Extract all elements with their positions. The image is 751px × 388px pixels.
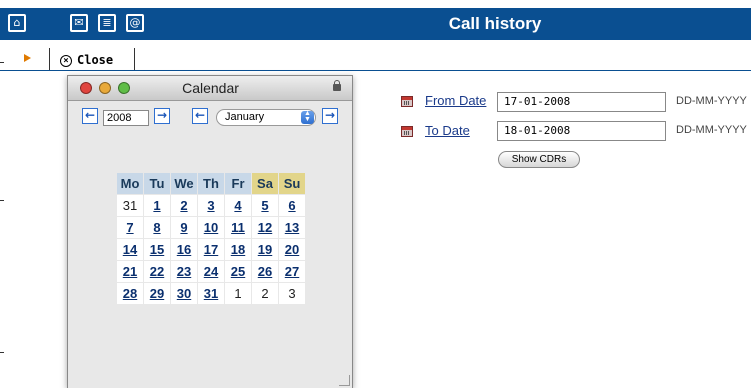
weekend-header: Sa	[252, 173, 278, 194]
top-bar: ⌂ ✉ ≣ @ Call history	[0, 8, 751, 40]
year-field[interactable]: 2008	[103, 110, 149, 126]
month-select[interactable]: January ▲ ▼	[216, 109, 316, 126]
calendar-titlebar[interactable]: Calendar	[68, 76, 352, 101]
at-sign-icon[interactable]: @	[126, 14, 144, 32]
calendar-icon[interactable]	[401, 96, 413, 107]
calendar-window: Calendar ← 2008 → ← January ▲ ▼ → Mo Tu W…	[67, 75, 353, 388]
edge-tick	[0, 352, 4, 353]
day-cell[interactable]: 22	[144, 261, 170, 282]
toolbar: × Close	[0, 40, 751, 71]
day-cell[interactable]: 12	[252, 217, 278, 238]
close-label: Close	[77, 53, 114, 67]
day-cell[interactable]: 15	[144, 239, 170, 260]
lock-icon	[333, 80, 341, 91]
weekend-header: Su	[279, 173, 305, 194]
calendar-week-row: 14 15 16 17 18 19 20	[117, 239, 305, 260]
day-cell[interactable]: 19	[252, 239, 278, 260]
show-cdrs-button[interactable]: Show CDRs	[498, 151, 580, 168]
day-cell[interactable]: 23	[171, 261, 197, 282]
weekday-header: Fr	[225, 173, 251, 194]
day-cell[interactable]: 31	[198, 283, 224, 304]
day-cell[interactable]: 16	[171, 239, 197, 260]
calendar-week-row: 28 29 30 31 1 2 3	[117, 283, 305, 304]
prev-month-button[interactable]: ←	[192, 108, 208, 124]
weekday-header: We	[171, 173, 197, 194]
calendar-week-row: 31 1 2 3 4 5 6	[117, 195, 305, 216]
day-cell[interactable]: 1	[144, 195, 170, 216]
close-button[interactable]: × Close	[60, 52, 113, 68]
day-cell[interactable]: 17	[198, 239, 224, 260]
day-cell[interactable]: 5	[252, 195, 278, 216]
list-icon[interactable]: ≣	[98, 14, 116, 32]
close-icon: ×	[60, 54, 72, 67]
day-cell[interactable]: 9	[171, 217, 197, 238]
calendar-icon[interactable]	[401, 126, 413, 137]
calendar-week-row: 21 22 23 24 25 26 27	[117, 261, 305, 282]
day-cell[interactable]: 27	[279, 261, 305, 282]
day-cell[interactable]: 29	[144, 283, 170, 304]
weekday-header: Th	[198, 173, 224, 194]
weekday-header: Mo	[117, 173, 143, 194]
mail-icon[interactable]: ✉	[70, 14, 88, 32]
day-cell[interactable]: 14	[117, 239, 143, 260]
day-cell[interactable]: 28	[117, 283, 143, 304]
prev-year-button[interactable]: ←	[82, 108, 98, 124]
minimize-window-icon[interactable]	[99, 82, 111, 94]
next-month-button[interactable]: →	[322, 108, 338, 124]
calendar-week-row: 7 8 9 10 11 12 13	[117, 217, 305, 238]
edge-tick	[0, 62, 4, 63]
close-window-icon[interactable]	[80, 82, 92, 94]
day-cell[interactable]: 11	[225, 217, 251, 238]
day-cell[interactable]: 24	[198, 261, 224, 282]
play-arrow-icon[interactable]	[24, 54, 31, 62]
day-cell: 2	[252, 283, 278, 304]
from-date-format-hint: DD-MM-YYYY	[676, 95, 747, 107]
to-date-link[interactable]: To Date	[425, 123, 470, 138]
day-cell: 31	[117, 195, 143, 216]
day-cell[interactable]: 21	[117, 261, 143, 282]
day-cell[interactable]: 18	[225, 239, 251, 260]
from-date-input[interactable]: 17-01-2008	[497, 92, 666, 112]
resize-grip-icon[interactable]	[339, 375, 350, 386]
day-cell[interactable]: 8	[144, 217, 170, 238]
to-date-input[interactable]: 18-01-2008	[497, 121, 666, 141]
home-icon[interactable]: ⌂	[8, 14, 26, 32]
edge-tick	[0, 200, 4, 201]
select-stepper-icon: ▲ ▼	[301, 110, 314, 124]
weekday-header: Tu	[144, 173, 170, 194]
day-cell[interactable]: 30	[171, 283, 197, 304]
day-cell[interactable]: 2	[171, 195, 197, 216]
day-cell: 1	[225, 283, 251, 304]
to-date-format-hint: DD-MM-YYYY	[676, 124, 747, 136]
day-cell[interactable]: 6	[279, 195, 305, 216]
day-cell[interactable]: 13	[279, 217, 305, 238]
day-cell[interactable]: 26	[252, 261, 278, 282]
day-cell: 3	[279, 283, 305, 304]
toolbar-separator	[49, 48, 50, 70]
page-title: Call history	[448, 14, 542, 33]
from-date-link[interactable]: From Date	[425, 93, 486, 108]
day-cell[interactable]: 10	[198, 217, 224, 238]
calendar-title: Calendar	[182, 80, 239, 96]
day-cell[interactable]: 7	[117, 217, 143, 238]
month-value: January	[225, 111, 265, 123]
calendar-grid: Mo Tu We Th Fr Sa Su 31 1 2 3 4 5 6 7 8 …	[116, 172, 306, 305]
weekday-header-row: Mo Tu We Th Fr Sa Su	[117, 173, 305, 194]
next-year-button[interactable]: →	[154, 108, 170, 124]
day-cell[interactable]: 20	[279, 239, 305, 260]
zoom-window-icon[interactable]	[118, 82, 130, 94]
day-cell[interactable]: 25	[225, 261, 251, 282]
day-cell[interactable]: 4	[225, 195, 251, 216]
day-cell[interactable]: 3	[198, 195, 224, 216]
toolbar-separator	[134, 48, 135, 70]
